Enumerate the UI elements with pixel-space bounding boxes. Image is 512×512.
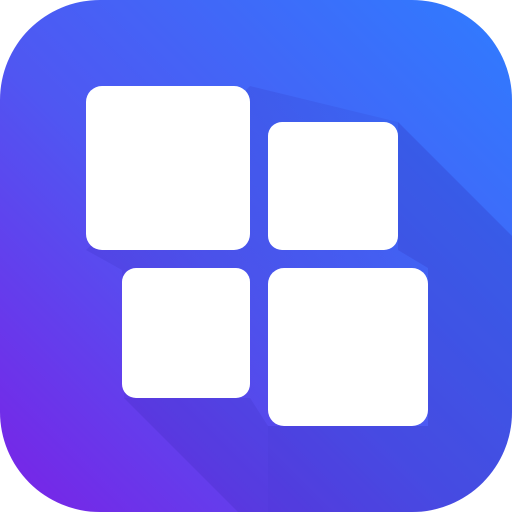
app-icon[interactable] [0,0,512,512]
tile-bottom-right [268,268,428,426]
tile-top-right [268,122,398,250]
icon-canvas [0,0,512,512]
tile-bottom-left [122,268,250,398]
tile-top-left [86,86,250,250]
